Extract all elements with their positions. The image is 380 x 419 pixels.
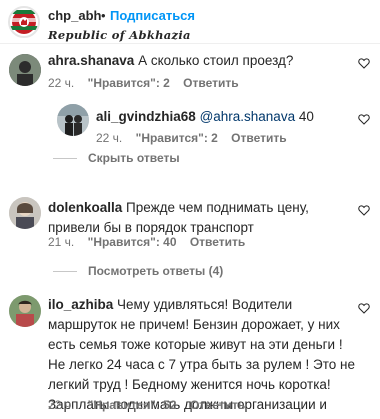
reply-button[interactable]: Ответить — [190, 235, 245, 249]
show-replies-button[interactable]: Посмотреть ответы (4) — [88, 264, 223, 278]
avatar[interactable] — [9, 197, 41, 229]
heart-outline-icon[interactable] — [357, 301, 371, 315]
like-count[interactable]: "Нравится": 40 — [88, 235, 177, 249]
like-count[interactable]: "Нравится": 2 — [88, 76, 170, 90]
comment-username[interactable]: ali_gvindzhia68 — [96, 109, 196, 124]
user-photo-icon — [9, 54, 41, 86]
replies-divider — [53, 271, 77, 272]
comment-username[interactable]: dolenkoalla — [48, 200, 122, 215]
hide-replies-button[interactable]: Скрыть ответы — [88, 151, 180, 165]
replies-divider — [53, 158, 77, 159]
comment-mention[interactable]: @ahra.shanava — [200, 109, 296, 124]
comment-text: ahra.shanava А сколько стоил проезд? — [48, 51, 328, 71]
user-photo-icon — [9, 295, 41, 327]
heart-outline-icon[interactable] — [357, 112, 371, 126]
comment-username[interactable]: ilo_azhiba — [48, 297, 113, 312]
avatar[interactable] — [57, 104, 89, 136]
account-username[interactable]: chp_abh — [48, 8, 101, 23]
comment-meta: 22 ч. "Нравится": 2 Ответить — [48, 76, 249, 90]
comment-meta: 22 ч. "Нравится": 2 Ответить — [96, 131, 297, 145]
comment-time[interactable]: 21 ч. — [48, 235, 74, 249]
avatar[interactable] — [9, 295, 41, 327]
user-photo-icon — [57, 104, 89, 136]
account-subtitle: Republic of Abkhazia — [48, 28, 191, 42]
comment-time[interactable]: 22 ч. — [48, 398, 74, 412]
abkhazia-emblem-icon — [10, 10, 38, 34]
comment-text: dolenkoalla Прежде чем поднимать цену, п… — [48, 198, 348, 238]
comment-text: ali_gvindzhia68 @ahra.shanava 40 — [96, 107, 366, 127]
user-photo-icon — [9, 197, 41, 229]
comment-time[interactable]: 22 ч. — [48, 76, 74, 90]
comment-body: 40 — [298, 109, 314, 124]
heart-outline-icon[interactable] — [357, 203, 371, 217]
separator-dot: • — [101, 8, 106, 23]
follow-button[interactable]: Подписаться — [110, 8, 195, 23]
heart-outline-icon[interactable] — [357, 56, 371, 70]
comment-time[interactable]: 22 ч. — [96, 131, 122, 145]
reply-button[interactable]: Ответить — [190, 398, 245, 412]
comment-username[interactable]: ahra.shanava — [48, 53, 134, 68]
like-count[interactable]: "Нравится": 2 — [136, 131, 218, 145]
reply-button[interactable]: Ответить — [231, 131, 286, 145]
account-avatar[interactable] — [8, 6, 40, 38]
reply-button[interactable]: Ответить — [183, 76, 238, 90]
comment-meta: 21 ч. "Нравится": 40 Ответить — [48, 235, 255, 249]
comment-body: А сколько стоил проезд? — [138, 53, 294, 68]
avatar[interactable] — [9, 54, 41, 86]
like-count[interactable]: "Нравится": 52 — [88, 398, 177, 412]
comment-meta: 22 ч. "Нравится": 52 Ответить — [48, 398, 255, 412]
post-header: chp_abh • Подписаться Republic of Abkhaz… — [0, 0, 380, 44]
